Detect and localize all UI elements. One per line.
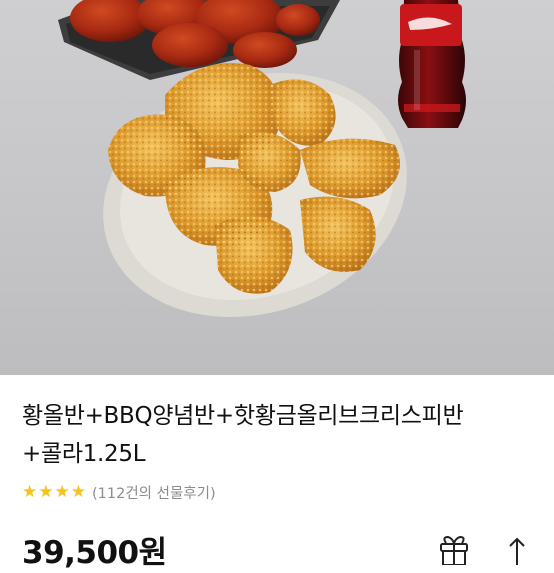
star-icon: ★ [70, 481, 86, 502]
share-button[interactable] [500, 535, 534, 565]
product-title-line2: +콜라1.25L [22, 441, 146, 467]
share-icon [509, 537, 525, 565]
gift-icon [440, 535, 468, 566]
product-info: 황올반+BBQ양념반+핫황금올리브크리스피반 +콜라1.25L ★ ★ ★ ★ (11… [0, 375, 554, 571]
price: 39,500원 [22, 535, 167, 571]
product-photo-illustration [58, 0, 466, 318]
rating-stars: ★ ★ ★ ★ [22, 481, 86, 502]
review-count[interactable]: (112건의 선물후기) [92, 482, 216, 503]
star-icon: ★ [54, 481, 70, 502]
cola-bottle [398, 0, 466, 128]
product-title-line1: 황올반+BBQ양념반+핫황금올리브크리스피반 [22, 403, 464, 429]
gift-button[interactable] [432, 535, 476, 566]
product-image [0, 0, 554, 375]
sauced-chicken-tray [58, 0, 340, 80]
star-icon: ★ [38, 481, 54, 502]
star-icon: ★ [22, 481, 38, 502]
product-title: 황올반+BBQ양념반+핫황금올리브크리스피반 +콜라1.25L [22, 397, 537, 473]
rating-row[interactable]: ★ ★ ★ ★ (112건의 선물후기) [22, 481, 216, 503]
